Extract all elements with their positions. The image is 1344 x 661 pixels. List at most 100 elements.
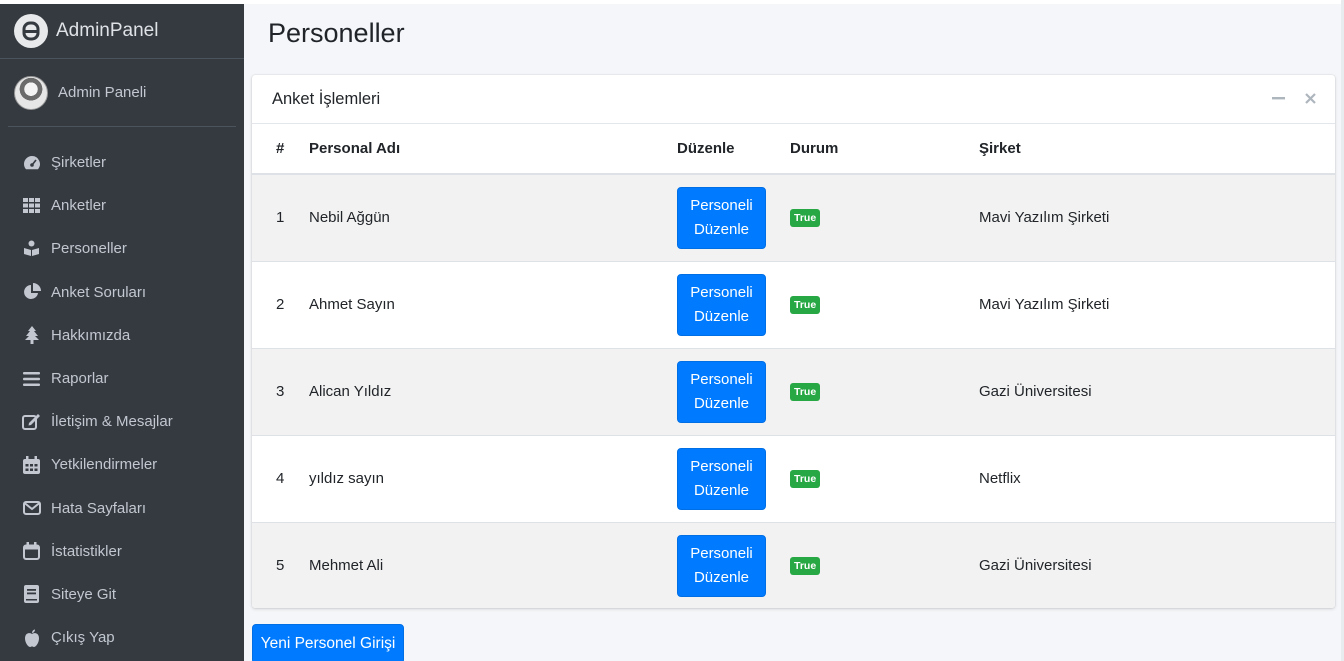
edit-button-line1: Personeli xyxy=(690,196,753,214)
sidebar-item-sirketler[interactable]: Şirketler xyxy=(0,141,244,184)
edit-icon xyxy=(22,412,41,431)
table-row: 1 Nebil Ağgün Personeli Düzenle True Mavi… xyxy=(252,174,1335,261)
main-content: Personeller Anket İşlemleri # Personal A… xyxy=(244,4,1341,661)
status-badge: True xyxy=(790,470,821,488)
header-name: Personal Adı xyxy=(309,124,677,175)
edit-button-line1: Personeli xyxy=(690,544,753,562)
grid-icon xyxy=(22,196,41,215)
sidebar-item-label: Şirketler xyxy=(51,154,107,172)
sidebar-item-label: Çıkış Yap xyxy=(51,629,115,647)
edit-button-line2: Düzenle xyxy=(693,394,750,412)
row-company: Netflix xyxy=(979,470,1021,487)
tree-icon xyxy=(22,326,41,345)
sidebar-item-label: Hata Sayfaları xyxy=(51,499,147,517)
sidebar-item-label: Personeller xyxy=(51,240,127,258)
edit-personnel-button[interactable]: Personeli Düzenle xyxy=(677,273,766,336)
sidebar-item-anketler[interactable]: Anketler xyxy=(0,184,244,227)
sidebar: AdminPanel Admin Paneli Şirketler Anketl… xyxy=(0,4,244,661)
calendar-icon xyxy=(22,455,41,474)
status-badge: True xyxy=(790,383,821,401)
sidebar-item-label: Yetkilendirmeler xyxy=(51,456,158,474)
edit-personnel-button[interactable]: Personeli Düzenle xyxy=(677,186,766,249)
row-name: yıldız sayın xyxy=(309,470,385,487)
calendar-blank-icon xyxy=(22,542,41,561)
table-row: 2 Ahmet Sayın Personeli Düzenle True Mavi… xyxy=(252,261,1335,348)
status-badge: True xyxy=(790,296,821,314)
row-num: 4 xyxy=(276,470,285,487)
edit-button-line2: Düzenle xyxy=(693,307,750,325)
row-company: Gazi Üniversitesi xyxy=(979,383,1092,400)
sidebar-item-raporlar[interactable]: Raporlar xyxy=(0,357,244,400)
sidebar-item-label: Anketler xyxy=(51,197,107,215)
reader-icon xyxy=(22,239,41,258)
sidebar-item-hakkimizda[interactable]: Hakkımızda xyxy=(0,314,244,357)
table-row: 4 yıldız sayın Personeli Düzenle True Net… xyxy=(252,435,1335,522)
header-status: Durum xyxy=(790,124,979,175)
sidebar-item-label: Hakkımızda xyxy=(51,326,131,344)
row-num: 2 xyxy=(276,296,285,313)
edit-personnel-button[interactable]: Personeli Düzenle xyxy=(677,534,766,597)
card-header: Anket İşlemleri xyxy=(252,75,1335,124)
status-badge: True xyxy=(790,209,821,228)
avatar xyxy=(14,75,48,110)
edit-personnel-button[interactable]: Personeli Düzenle xyxy=(677,360,766,423)
edit-personnel-button[interactable]: Personeli Düzenle xyxy=(677,447,766,510)
close-icon[interactable] xyxy=(1303,89,1317,107)
sidebar-nav: Şirketler Anketler Personeller Anket Sor… xyxy=(0,141,244,659)
sidebar-item-hata-sayfalari[interactable]: Hata Sayfaları xyxy=(0,487,244,530)
user-panel[interactable]: Admin Paneli xyxy=(8,59,236,127)
header-company: Şirket xyxy=(979,124,1335,175)
row-name: Alican Yıldız xyxy=(309,383,392,400)
sidebar-item-label: İstatistikler xyxy=(51,542,122,560)
page-title: Personeller xyxy=(268,18,405,48)
personnel-table: # Personal Adı Düzenle Durum Şirket 1 Ne… xyxy=(252,124,1335,608)
sidebar-item-label: İletişim & Mesajlar xyxy=(51,413,173,431)
sidebar-item-istatistikler[interactable]: İstatistikler xyxy=(0,530,244,573)
edit-button-line2: Düzenle xyxy=(693,220,750,238)
row-num: 1 xyxy=(276,209,285,227)
brand-name: AdminPanel xyxy=(56,20,159,41)
user-name: Admin Paneli xyxy=(58,84,147,101)
new-personnel-button[interactable]: Yeni Personel Girişi xyxy=(252,624,404,661)
row-company: Mavi Yazılım Şirketi xyxy=(979,209,1110,227)
edit-button-line1: Personeli xyxy=(690,370,753,388)
row-name: Ahmet Sayın xyxy=(309,296,395,313)
edit-button-line2: Düzenle xyxy=(693,481,750,499)
sidebar-item-label: Siteye Git xyxy=(51,585,117,603)
table-row: 5 Mehmet Ali Personeli Düzenle True Gazi … xyxy=(252,522,1335,608)
table-header-row: # Personal Adı Düzenle Durum Şirket xyxy=(252,124,1335,175)
card-tools xyxy=(1271,89,1317,107)
sidebar-item-label: Anket Soruları xyxy=(51,283,147,301)
personnel-card: Anket İşlemleri # Personal Adı Düzenle D… xyxy=(252,75,1335,608)
row-name: Nebil Ağgün xyxy=(309,209,390,227)
brand-logo-icon xyxy=(14,14,48,48)
header-num: # xyxy=(252,124,309,175)
list-icon xyxy=(22,369,41,388)
book-icon xyxy=(22,585,41,604)
edit-button-line1: Personeli xyxy=(690,283,753,301)
row-company: Mavi Yazılım Şirketi xyxy=(979,296,1110,313)
card-title: Anket İşlemleri xyxy=(272,89,381,108)
row-num: 5 xyxy=(276,557,285,575)
tachometer-icon xyxy=(22,153,41,172)
edit-button-line1: Personeli xyxy=(690,457,753,475)
header-edit: Düzenle xyxy=(677,124,790,175)
sidebar-item-personeller[interactable]: Personeller xyxy=(0,227,244,270)
status-badge: True xyxy=(790,557,821,576)
brand-link[interactable]: AdminPanel xyxy=(0,4,244,59)
table-row: 3 Alican Yıldız Personeli Düzenle True Ga… xyxy=(252,348,1335,435)
sidebar-item-label: Raporlar xyxy=(51,370,109,388)
sidebar-item-yetkilendirmeler[interactable]: Yetkilendirmeler xyxy=(0,443,244,486)
sidebar-item-anket-sorulari[interactable]: Anket Soruları xyxy=(0,271,244,314)
edit-button-line2: Düzenle xyxy=(693,568,750,586)
row-num: 3 xyxy=(276,383,285,400)
sidebar-item-iletisim[interactable]: İletişim & Mesajlar xyxy=(0,400,244,443)
pie-chart-icon xyxy=(22,283,41,302)
row-company: Gazi Üniversitesi xyxy=(979,557,1092,575)
row-name: Mehmet Ali xyxy=(309,557,384,575)
sidebar-item-siteye-git[interactable]: Siteye Git xyxy=(0,573,244,616)
minus-icon[interactable] xyxy=(1271,89,1285,107)
apple-icon xyxy=(22,628,41,647)
envelope-icon xyxy=(22,499,41,518)
sidebar-item-cikis-yap[interactable]: Çıkış Yap xyxy=(0,616,244,659)
